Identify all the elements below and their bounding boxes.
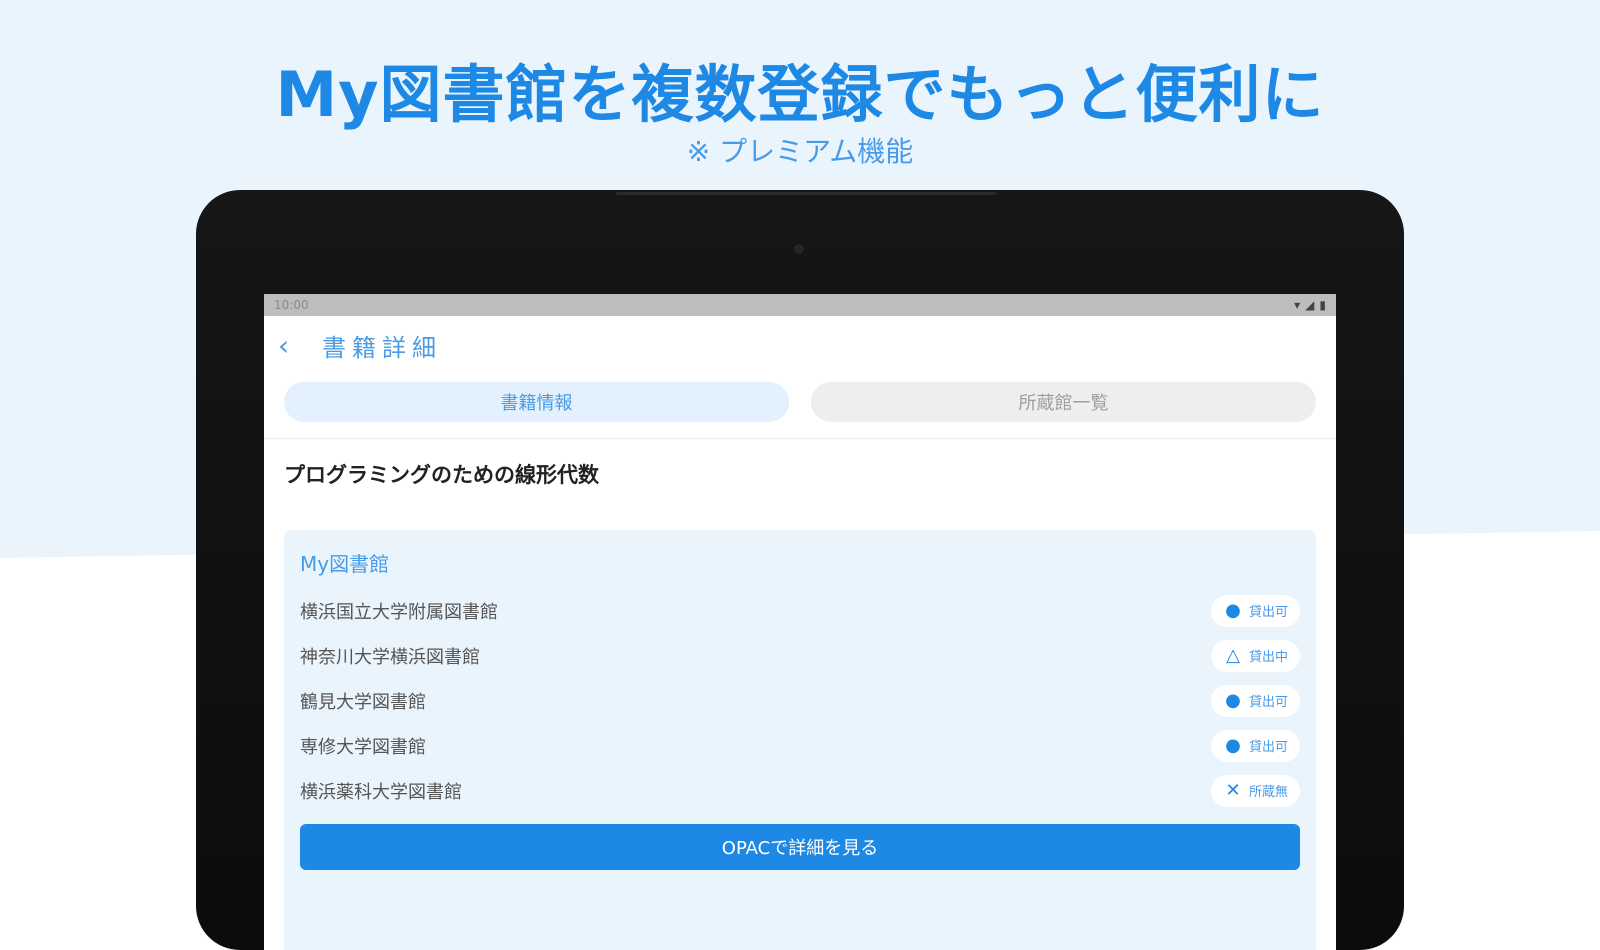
library-list: 横浜国立大学附属図書館 ● 貸出可 神奈川大学横浜図書館 △ 貸出中 鶴見大学図… [284, 588, 1316, 813]
status-icons: ▾ ◢ ▮ [1294, 298, 1326, 312]
opac-details-button[interactable]: OPACで詳細を見る [300, 824, 1300, 870]
list-item: 横浜国立大学附属図書館 ● 貸出可 [284, 588, 1316, 633]
signal-icon: ◢ [1305, 298, 1315, 312]
status-badge: ● 貸出可 [1210, 729, 1300, 762]
app-screen: 10:00 ▾ ◢ ▮ ‹ 書籍詳細 書籍情報 所蔵館一覧 プログラミングのため… [264, 294, 1336, 950]
my-library-title: My図書館 [300, 552, 390, 576]
status-label: 貸出可 [1248, 740, 1288, 755]
library-name: 横浜薬科大学図書館 [300, 781, 462, 803]
library-name: 専修大学図書館 [300, 736, 426, 758]
promo-subline: ※ プレミアム機能 [686, 135, 914, 168]
tab-bar: 書籍情報 所蔵館一覧 [264, 374, 1336, 422]
status-label: 貸出可 [1248, 605, 1288, 620]
my-library-card: My図書館 横浜国立大学附属図書館 ● 貸出可 神奈川大学横浜図書館 △ 貸出中 [284, 530, 1316, 950]
tab-book-info[interactable]: 書籍情報 [284, 382, 789, 422]
status-label: 貸出中 [1248, 650, 1288, 665]
camera-icon [794, 244, 804, 254]
status-badge: ✕ 所蔵無 [1210, 774, 1300, 807]
library-name: 横浜国立大学附属図書館 [300, 601, 498, 623]
list-item: 専修大学図書館 ● 貸出可 [284, 723, 1316, 768]
status-label: 貸出可 [1248, 695, 1288, 710]
cross-icon: ✕ [1225, 780, 1241, 801]
app-bar: ‹ 書籍詳細 [264, 316, 1336, 374]
status-badge: ● 貸出可 [1210, 684, 1300, 717]
battery-icon: ▮ [1319, 298, 1326, 312]
list-item: 神奈川大学横浜図書館 △ 貸出中 [284, 633, 1316, 678]
circle-icon: ● [1225, 690, 1241, 711]
tablet-frame: 10:00 ▾ ◢ ▮ ‹ 書籍詳細 書籍情報 所蔵館一覧 プログラミングのため… [196, 190, 1404, 950]
list-item: 鶴見大学図書館 ● 貸出可 [284, 678, 1316, 723]
triangle-icon: △ [1226, 645, 1240, 666]
page-title: 書籍詳細 [322, 333, 442, 362]
status-badge: △ 貸出中 [1210, 639, 1300, 672]
status-badge: ● 貸出可 [1210, 594, 1300, 627]
tab-holding-libraries[interactable]: 所蔵館一覧 [811, 382, 1316, 422]
circle-icon: ● [1225, 735, 1241, 756]
status-label: 所蔵無 [1248, 785, 1288, 800]
tablet-top-edge [616, 192, 996, 195]
library-name: 神奈川大学横浜図書館 [300, 646, 480, 668]
list-item: 横浜薬科大学図書館 ✕ 所蔵無 [284, 768, 1316, 813]
library-name: 鶴見大学図書館 [300, 691, 426, 713]
status-time: 10:00 [274, 298, 309, 312]
wifi-icon: ▾ [1294, 298, 1301, 312]
book-title: プログラミングのための線形代数 [284, 463, 599, 487]
chevron-left-icon[interactable]: ‹ [278, 329, 310, 362]
status-bar: 10:00 ▾ ◢ ▮ [264, 294, 1336, 316]
promo-headline: My図書館を複数登録でもっと便利に [275, 58, 1325, 131]
circle-icon: ● [1225, 600, 1241, 621]
